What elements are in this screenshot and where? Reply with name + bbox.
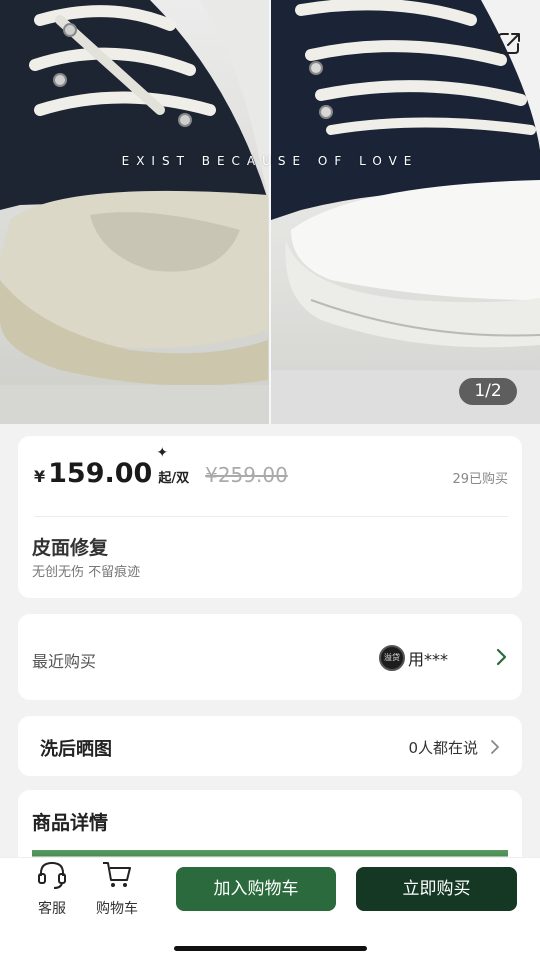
after-photo: [271, 0, 540, 424]
details-title: 商品详情: [32, 812, 109, 834]
headset-icon: [38, 861, 66, 889]
price-unit-wrap: ✦ 起/双: [156, 445, 190, 486]
service-subtitle: 无创无伤 不留痕迹: [32, 565, 141, 580]
price-row: ¥ 159.00 ✦ 起/双 ¥259.00: [34, 445, 506, 498]
recent-purchase-label: 最近购买: [32, 652, 97, 671]
image-counter: 1/2: [459, 378, 517, 405]
original-price: ¥259.00: [205, 463, 288, 487]
price-card: ¥ 159.00 ✦ 起/双 ¥259.00 29已购买 皮面修复 无创无伤 不…: [18, 436, 522, 598]
image-divider: [269, 0, 271, 424]
home-indicator: [174, 946, 367, 951]
recent-purchase-card[interactable]: 最近购买 溢贷 用***: [18, 614, 522, 700]
cart-icon: [103, 862, 131, 887]
add-to-cart-button[interactable]: 加入购物车: [176, 867, 336, 911]
before-photo: [0, 0, 269, 424]
chevron-right-icon[interactable]: [490, 739, 500, 755]
sold-count: 29已购买: [452, 472, 508, 487]
product-page: EXIST BECAUSE OF LOVE 1/2 ¥ 159.00 ✦ 起/双…: [0, 0, 540, 960]
product-image-carousel[interactable]: EXIST BECAUSE OF LOVE 1/2: [0, 0, 540, 424]
reviews-count: 0人都在说: [408, 739, 478, 757]
avatar: 溢贷: [379, 645, 405, 671]
current-price: 159.00: [48, 458, 153, 489]
bottom-action-bar: 客服 购物车 加入购物车 立即购买: [0, 857, 540, 960]
share-icon[interactable]: [496, 30, 522, 56]
service-title: 皮面修复: [32, 537, 109, 559]
reviews-card[interactable]: 洗后晒图 0人都在说: [18, 716, 522, 776]
recent-buyer: 溢贷 用***: [379, 645, 448, 671]
customer-service-button[interactable]: 客服: [30, 858, 74, 918]
hero-tagline: EXIST BECAUSE OF LOVE: [121, 154, 419, 168]
currency-symbol: ¥: [34, 467, 46, 486]
cart-button[interactable]: 购物车: [88, 858, 146, 918]
buy-now-button[interactable]: 立即购买: [356, 867, 517, 911]
price-unit: 起/双: [158, 471, 190, 486]
sparkle-icon: ✦: [156, 445, 169, 461]
chevron-right-icon[interactable]: [496, 648, 508, 666]
buyer-name: 用***: [408, 650, 449, 669]
cart-label: 购物车: [96, 901, 138, 917]
divider: [34, 516, 508, 517]
reviews-title: 洗后晒图: [40, 739, 112, 760]
customer-service-label: 客服: [38, 901, 66, 917]
